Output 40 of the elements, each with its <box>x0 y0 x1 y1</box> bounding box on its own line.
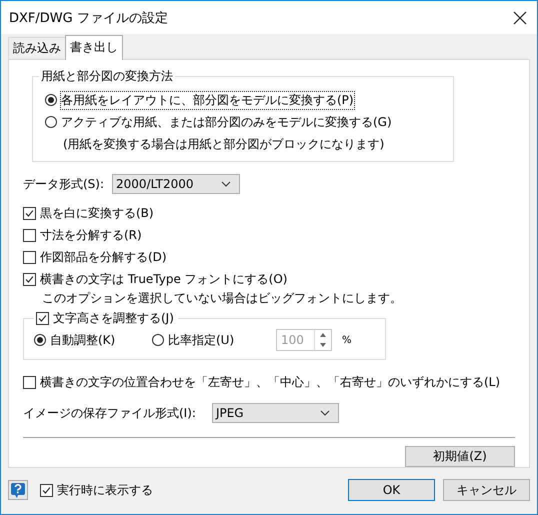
note-text: このオプションを選択していない場合はビッグフォントにします。 <box>41 290 403 307</box>
checkbox[interactable] <box>23 228 36 242</box>
checkbox-label: 黒を白に変換する(B) <box>40 204 154 222</box>
tab[interactable]: 読み込み <box>8 37 66 59</box>
ok-button[interactable]: OK <box>348 479 435 501</box>
checkbox-label: 寸法を分解する(R) <box>40 226 142 244</box>
field-label: データ形式(S): <box>23 176 104 192</box>
checkbox[interactable] <box>40 484 53 496</box>
radio-button[interactable] <box>34 334 46 346</box>
note-text: (用紙を変換する場合は用紙と部分図がブロックになります) <box>62 136 386 153</box>
checkbox[interactable] <box>23 206 36 220</box>
close-icon[interactable] <box>513 10 527 24</box>
group-title: 用紙と部分図の変換方法 <box>40 68 174 85</box>
default-button[interactable]: 初期値(Z) <box>405 446 515 467</box>
checkbox-label: 文字高さを調整する(J) <box>53 310 174 327</box>
format-dropdown[interactable]: 2000/LT2000 <box>112 174 240 194</box>
radio-label: 比率指定(U) <box>168 332 234 348</box>
window-title: DXF/DWG ファイルの設定 <box>9 10 169 26</box>
radio-button[interactable] <box>152 334 164 346</box>
chevron-down-icon <box>320 410 330 416</box>
radio-button[interactable] <box>45 116 57 128</box>
checkbox[interactable] <box>23 272 36 286</box>
radio-label: 各用紙をレイアウトに、部分図をモデルに変換する(P) <box>61 92 354 108</box>
checkbox[interactable] <box>23 250 36 264</box>
checkbox[interactable] <box>36 312 49 325</box>
tab[interactable]: 書き出し <box>65 35 123 60</box>
radio-label: アクティブな用紙、または部分図のみをモデルに変換する(G) <box>61 114 392 130</box>
help-icon[interactable] <box>8 480 28 500</box>
checkbox-label: 横書きの文字は TrueType フォントにする(O) <box>40 270 288 288</box>
image-format-dropdown[interactable]: JPEG <box>212 403 339 423</box>
checkbox-label: 作図部品を分解する(D) <box>40 248 167 266</box>
unit-label: % <box>342 334 352 346</box>
checkbox-label: 実行時に表示する <box>57 482 153 498</box>
cancel-button[interactable]: キャンセル <box>443 479 530 501</box>
checkbox[interactable] <box>23 376 36 389</box>
radio-button[interactable] <box>45 94 57 106</box>
checkbox-label: 横書きの文字の位置合わせを「左寄せ」、「中心」、「右寄せ」のいずれかにする(L) <box>40 374 500 391</box>
radio-label: 自動調整(K) <box>50 332 116 348</box>
field-label: イメージの保存ファイル形式(I): <box>23 404 196 422</box>
chevron-down-icon <box>221 181 232 187</box>
